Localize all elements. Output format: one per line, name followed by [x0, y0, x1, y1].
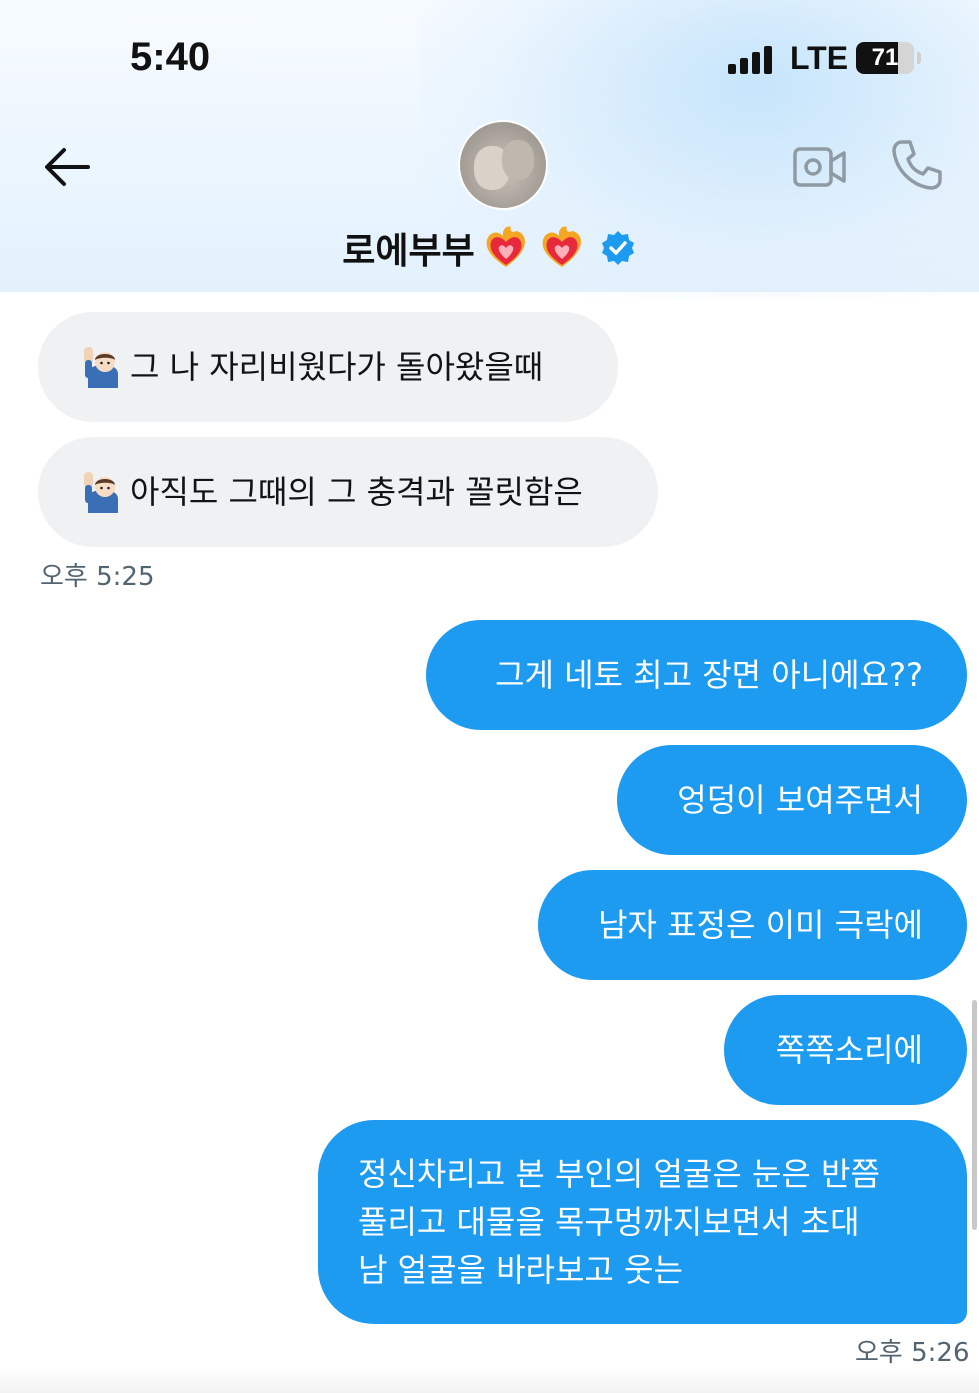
signal-strength-icon: [728, 44, 778, 74]
message-text: 그 나 자리비웠다가 돌아왔을때: [130, 348, 544, 386]
message-text-line: 풀리고 대물을 목구멍까지보면서 초대: [358, 1203, 860, 1241]
outgoing-message[interactable]: 남자 표정은 이미 극락에: [538, 870, 967, 980]
message-text: 그게 네토 최고 장면 아니에요??: [495, 656, 923, 694]
message-text: 엉덩이 보여주면서: [677, 781, 923, 819]
phone-call-icon: [892, 140, 942, 190]
video-call-button[interactable]: [792, 144, 848, 190]
verified-badge-icon: [601, 231, 634, 265]
composer-edge: [0, 1368, 979, 1393]
message-text-line: 남 얼굴을 바라보고 웃는: [358, 1251, 683, 1289]
incoming-message[interactable]: 그 나 자리비웠다가 돌아왔을때: [38, 312, 618, 422]
heart-on-fire-emoji: [486, 226, 525, 267]
contact-name[interactable]: 로에부부: [342, 222, 474, 274]
message-text: 남자 표정은 이미 극락에: [598, 906, 923, 944]
person-raising-hand-emoji: [84, 472, 118, 513]
scrollbar[interactable]: [972, 1000, 977, 1230]
message-text: 아직도 그때의 그 충격과 꼴릿함은: [130, 473, 583, 511]
battery-icon: 71: [856, 42, 914, 74]
outgoing-message[interactable]: 정신차리고 본 부인의 얼굴은 눈은 반쯤 풀리고 대물을 목구멍까지보면서 초…: [318, 1120, 967, 1324]
message-timestamp: 오후 5:26: [855, 1338, 970, 1368]
network-type: LTE: [790, 40, 849, 76]
phone-call-button[interactable]: [890, 138, 944, 192]
avatar[interactable]: [460, 122, 546, 208]
message-text: 쪽쪽소리에: [775, 1031, 923, 1069]
battery-level: 71: [871, 44, 899, 71]
message-text-line: 정신차리고 본 부인의 얼굴은 눈은 반쯤: [358, 1155, 880, 1193]
message-timestamp: 오후 5:25: [40, 562, 155, 592]
back-arrow-icon: [45, 148, 90, 186]
status-time: 5:40: [130, 35, 211, 79]
incoming-message[interactable]: 아직도 그때의 그 충격과 꼴릿함은: [38, 437, 658, 547]
battery-cap: [917, 52, 921, 64]
person-raising-hand-emoji: [84, 347, 118, 388]
contact-header: 로에부부: [0, 218, 979, 278]
outgoing-message[interactable]: 그게 네토 최고 장면 아니에요??: [426, 620, 967, 730]
outgoing-message[interactable]: 엉덩이 보여주면서: [617, 745, 967, 855]
video-call-icon: [793, 147, 846, 187]
heart-on-fire-emoji: [542, 226, 581, 267]
back-button[interactable]: [40, 140, 96, 196]
outgoing-message[interactable]: 쪽쪽소리에: [724, 995, 967, 1105]
